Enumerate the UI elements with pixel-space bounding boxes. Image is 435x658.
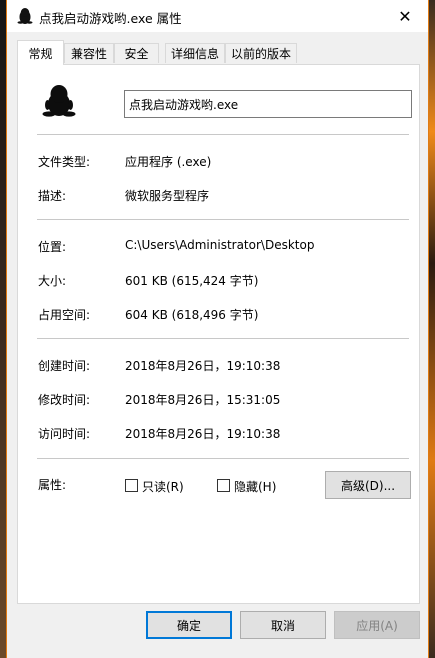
- cancel-button[interactable]: 取消: [240, 611, 326, 639]
- tab-previous-versions[interactable]: 以前的版本: [225, 43, 297, 63]
- apply-button[interactable]: 应用(A): [334, 611, 420, 639]
- size-on-disk-label: 占用空间:: [38, 308, 91, 322]
- divider: [37, 458, 409, 459]
- divider: [37, 219, 409, 220]
- file-type-value: 应用程序 (.exe): [125, 155, 212, 169]
- size-on-disk-value: 604 KB (618,496 字节): [125, 308, 259, 322]
- title-bar[interactable]: 点我启动游戏哟.exe 属性 ✕: [7, 0, 428, 32]
- window-title: 点我启动游戏哟.exe 属性: [39, 11, 182, 26]
- tab-general[interactable]: 常规: [17, 40, 64, 65]
- readonly-label[interactable]: 只读(R): [142, 478, 184, 495]
- modified-label: 修改时间:: [38, 393, 91, 407]
- size-label: 大小:: [38, 274, 67, 288]
- properties-dialog: 点我启动游戏哟.exe 属性 ✕ 常规 兼容性 安全 详细信息 以前的版本 文件…: [6, 0, 429, 658]
- size-value: 601 KB (615,424 字节): [125, 274, 259, 288]
- filename-field[interactable]: [124, 90, 412, 118]
- attributes-label: 属性:: [38, 478, 67, 492]
- tab-details[interactable]: 详细信息: [165, 43, 225, 63]
- ok-button[interactable]: 确定: [146, 611, 232, 639]
- accessed-label: 访问时间:: [38, 427, 91, 441]
- close-icon: ✕: [398, 6, 412, 26]
- divider: [37, 134, 409, 135]
- close-button[interactable]: ✕: [382, 0, 428, 32]
- location-value: C:\Users\Administrator\Desktop: [125, 238, 315, 252]
- readonly-checkbox[interactable]: [125, 479, 138, 492]
- general-panel: 文件类型: 应用程序 (.exe) 描述: 微软服务型程序 位置: C:\Use…: [17, 64, 420, 604]
- hidden-label[interactable]: 隐藏(H): [234, 478, 276, 495]
- file-type-label: 文件类型:: [38, 155, 91, 169]
- advanced-button[interactable]: 高级(D)...: [325, 471, 411, 499]
- hidden-checkbox[interactable]: [217, 479, 230, 492]
- tab-security[interactable]: 安全: [114, 43, 159, 63]
- tab-compatibility[interactable]: 兼容性: [64, 43, 114, 63]
- created-value: 2018年8月26日，19:10:38: [125, 359, 281, 373]
- modified-value: 2018年8月26日，15:31:05: [125, 393, 281, 407]
- qq-penguin-icon: [17, 8, 33, 24]
- description-label: 描述:: [38, 189, 67, 203]
- created-label: 创建时间:: [38, 359, 91, 373]
- accessed-value: 2018年8月26日，19:10:38: [125, 427, 281, 441]
- divider: [37, 338, 409, 339]
- qq-penguin-icon: [42, 85, 76, 117]
- description-value: 微软服务型程序: [125, 189, 210, 203]
- location-label: 位置:: [38, 240, 67, 254]
